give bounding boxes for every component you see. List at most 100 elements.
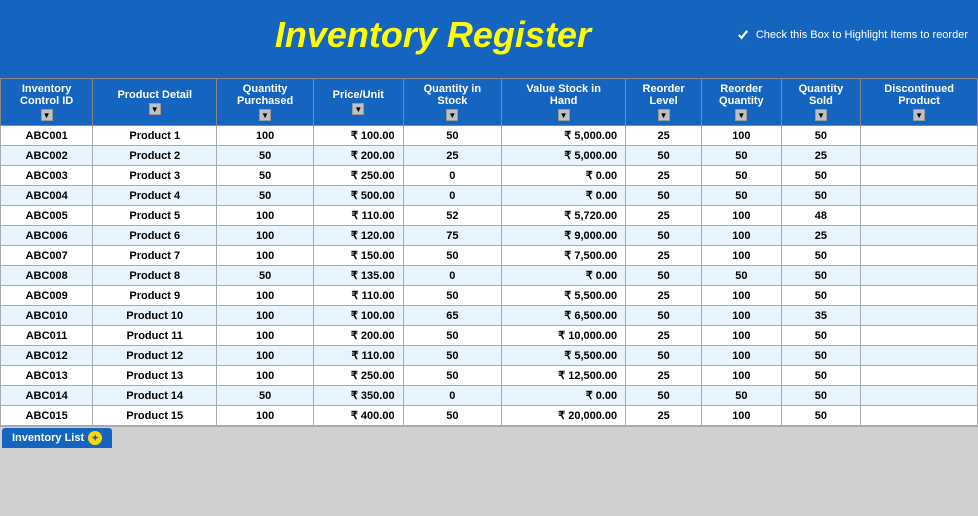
cell-product_detail: Product 10 <box>93 306 217 326</box>
cell-discontinued <box>861 186 978 206</box>
cell-qty_sold: 50 <box>781 286 861 306</box>
cell-reorder_level: 25 <box>626 206 702 226</box>
cell-qty_sold: 25 <box>781 146 861 166</box>
table-row: ABC010Product 10100₹ 100.0065₹ 6,500.005… <box>1 306 978 326</box>
cell-qty_sold: 50 <box>781 346 861 366</box>
cell-reorder_level: 25 <box>626 406 702 426</box>
cell-qty_purchased: 100 <box>217 286 314 306</box>
cell-qty_stock: 65 <box>403 306 502 326</box>
cell-price_unit: ₹ 200.00 <box>314 146 404 166</box>
col-filter-arrow[interactable]: ▼ <box>735 109 747 121</box>
cell-reorder_level: 50 <box>626 346 702 366</box>
cell-control_id: ABC002 <box>1 146 93 166</box>
cell-qty_stock: 50 <box>403 406 502 426</box>
table-row: ABC005Product 5100₹ 110.0052₹ 5,720.0025… <box>1 206 978 226</box>
cell-control_id: ABC005 <box>1 206 93 226</box>
cell-qty_purchased: 100 <box>217 346 314 366</box>
cell-price_unit: ₹ 250.00 <box>314 366 404 386</box>
tab-icon: ✦ <box>88 431 102 445</box>
cell-qty_sold: 50 <box>781 386 861 406</box>
cell-qty_stock: 75 <box>403 226 502 246</box>
col-header-reorder-level: ReorderLevel ▼ <box>626 79 702 126</box>
cell-discontinued <box>861 386 978 406</box>
cell-reorder_level: 25 <box>626 326 702 346</box>
cell-qty_sold: 50 <box>781 366 861 386</box>
cell-reorder_qty: 50 <box>702 146 782 166</box>
cell-qty_purchased: 100 <box>217 226 314 246</box>
tab-label: Inventory List <box>12 432 84 444</box>
cell-control_id: ABC008 <box>1 266 93 286</box>
col-header-discontinued: DiscontinuedProduct ▼ <box>861 79 978 126</box>
cell-qty_purchased: 100 <box>217 206 314 226</box>
cell-value_stock: ₹ 10,000.00 <box>502 326 626 346</box>
tab-bar: Inventory List ✦ <box>0 426 978 448</box>
col-filter-arrow[interactable]: ▼ <box>259 109 271 121</box>
cell-value_stock: ₹ 12,500.00 <box>502 366 626 386</box>
cell-qty_stock: 50 <box>403 366 502 386</box>
cell-discontinued <box>861 226 978 246</box>
cell-reorder_qty: 100 <box>702 306 782 326</box>
col-filter-arrow[interactable]: ▼ <box>913 109 925 121</box>
cell-qty_sold: 50 <box>781 326 861 346</box>
cell-reorder_level: 25 <box>626 286 702 306</box>
cell-product_detail: Product 9 <box>93 286 217 306</box>
col-header-control-id: InventoryControl ID ▼ <box>1 79 93 126</box>
cell-reorder_qty: 50 <box>702 386 782 406</box>
cell-reorder_level: 50 <box>626 186 702 206</box>
cell-price_unit: ₹ 150.00 <box>314 246 404 266</box>
cell-qty_stock: 50 <box>403 286 502 306</box>
col-header-value-stock: Value Stock inHand ▼ <box>502 79 626 126</box>
col-filter-arrow[interactable]: ▼ <box>658 109 670 121</box>
cell-reorder_level: 50 <box>626 226 702 246</box>
cell-product_detail: Product 13 <box>93 366 217 386</box>
table-row: ABC012Product 12100₹ 110.0050₹ 5,500.005… <box>1 346 978 366</box>
cell-price_unit: ₹ 500.00 <box>314 186 404 206</box>
cell-qty_stock: 50 <box>403 246 502 266</box>
table-row: ABC001Product 1100₹ 100.0050₹ 5,000.0025… <box>1 126 978 146</box>
cell-product_detail: Product 2 <box>93 146 217 166</box>
cell-qty_stock: 0 <box>403 166 502 186</box>
tab-inventory-list[interactable]: Inventory List ✦ <box>2 428 112 448</box>
cell-reorder_qty: 100 <box>702 366 782 386</box>
cell-reorder_level: 25 <box>626 366 702 386</box>
cell-product_detail: Product 7 <box>93 246 217 266</box>
cell-reorder_level: 50 <box>626 146 702 166</box>
cell-reorder_qty: 100 <box>702 346 782 366</box>
table-row: ABC015Product 15100₹ 400.0050₹ 20,000.00… <box>1 406 978 426</box>
col-filter-arrow[interactable]: ▼ <box>446 109 458 121</box>
cell-price_unit: ₹ 110.00 <box>314 206 404 226</box>
cell-qty_sold: 48 <box>781 206 861 226</box>
col-filter-arrow[interactable]: ▼ <box>352 103 364 115</box>
cell-qty_stock: 25 <box>403 146 502 166</box>
cell-qty_purchased: 100 <box>217 406 314 426</box>
app-container: Inventory Register Check this Box to Hig… <box>0 0 978 448</box>
table-row: ABC003Product 350₹ 250.000₹ 0.00255050 <box>1 166 978 186</box>
table-row: ABC004Product 450₹ 500.000₹ 0.00505050 <box>1 186 978 206</box>
col-filter-arrow[interactable]: ▼ <box>815 109 827 121</box>
cell-value_stock: ₹ 5,000.00 <box>502 146 626 166</box>
cell-reorder_level: 25 <box>626 246 702 266</box>
cell-qty_sold: 25 <box>781 226 861 246</box>
cell-control_id: ABC003 <box>1 166 93 186</box>
cell-qty_stock: 0 <box>403 186 502 206</box>
cell-reorder_qty: 100 <box>702 246 782 266</box>
col-filter-arrow[interactable]: ▼ <box>558 109 570 121</box>
col-filter-arrow[interactable]: ▼ <box>41 109 53 121</box>
cell-reorder_level: 50 <box>626 266 702 286</box>
cell-product_detail: Product 11 <box>93 326 217 346</box>
cell-price_unit: ₹ 100.00 <box>314 126 404 146</box>
cell-control_id: ABC011 <box>1 326 93 346</box>
cell-qty_purchased: 50 <box>217 146 314 166</box>
reorder-highlight-checkbox[interactable] <box>736 28 750 42</box>
cell-control_id: ABC014 <box>1 386 93 406</box>
cell-discontinued <box>861 206 978 226</box>
table-row: ABC014Product 1450₹ 350.000₹ 0.00505050 <box>1 386 978 406</box>
cell-price_unit: ₹ 135.00 <box>314 266 404 286</box>
cell-qty_stock: 50 <box>403 326 502 346</box>
col-header-reorder-qty: ReorderQuantity ▼ <box>702 79 782 126</box>
inventory-table: InventoryControl ID ▼ Product Detail ▼ Q… <box>0 78 978 426</box>
cell-reorder_qty: 100 <box>702 126 782 146</box>
col-filter-arrow[interactable]: ▼ <box>149 103 161 115</box>
cell-qty_sold: 50 <box>781 246 861 266</box>
cell-qty_sold: 50 <box>781 126 861 146</box>
